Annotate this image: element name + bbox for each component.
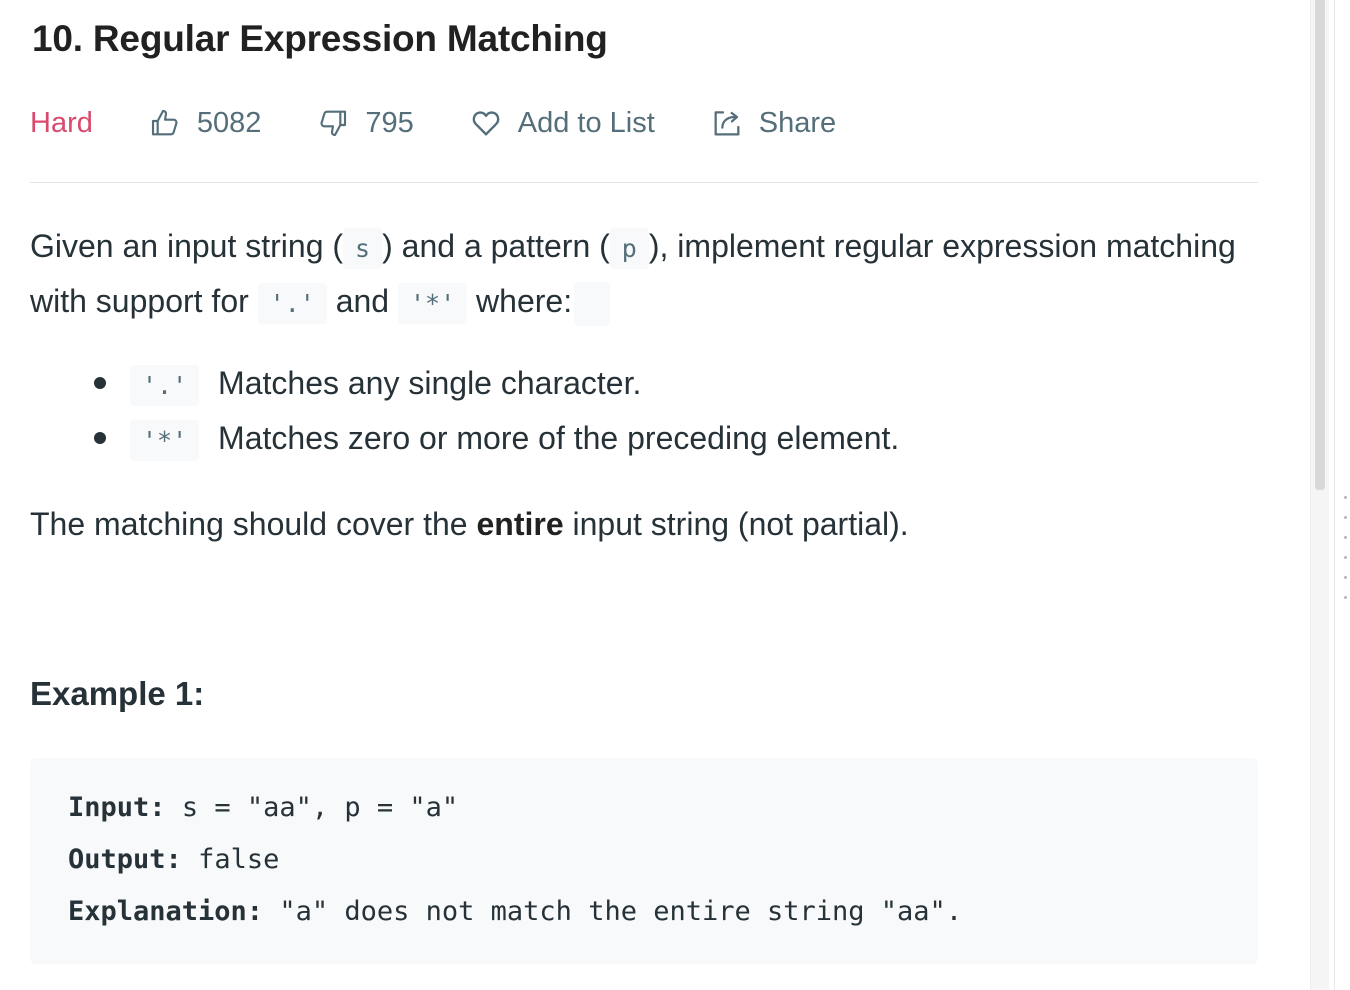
- cover-note: The matching should cover the entire inp…: [30, 506, 909, 542]
- example-1-pre: Input: s = "aa", p = "a" Output: false E…: [68, 782, 962, 938]
- input-label: Input:: [68, 792, 166, 823]
- empty-code-span: [574, 281, 611, 326]
- list-item: '*' Matches zero or more of the precedin…: [30, 412, 899, 467]
- example-1-title: Example 1:: [30, 675, 205, 712]
- rule-text: Matches zero or more of the preceding el…: [218, 420, 900, 456]
- rules-list: '.' Matches any single character. '*' Ma…: [30, 357, 899, 467]
- share-label: Share: [758, 106, 837, 139]
- example-1-code-block: Input: s = "aa", p = "a" Output: false E…: [30, 758, 1258, 964]
- bullet-dot: [94, 377, 106, 389]
- input-value: s = "aa", p = "a": [181, 792, 459, 823]
- code-s: s: [343, 228, 383, 269]
- problem-statement: Given an input string (s) and a pattern …: [30, 220, 1270, 330]
- output-value: false: [198, 844, 280, 875]
- problem-meta-bar: Hard 5082 795 Add to List Share: [30, 100, 836, 146]
- header-divider: [30, 182, 1258, 183]
- code-p: p: [609, 228, 649, 269]
- share-button[interactable]: Share: [711, 107, 836, 140]
- likes-count: 5082: [196, 106, 262, 139]
- code-dot: '.': [257, 283, 327, 324]
- statement-paragraph: Given an input string (s) and a pattern …: [30, 220, 1270, 330]
- add-to-list-button[interactable]: Add to List: [470, 107, 655, 140]
- emphasis-entire: entire: [476, 506, 564, 542]
- difficulty-label: Hard: [30, 106, 93, 139]
- dislike-button[interactable]: 795: [317, 106, 414, 140]
- pane-resize-handle[interactable]: [1344, 496, 1348, 606]
- list-item: '.' Matches any single character.: [30, 357, 899, 412]
- explanation-value: "a" does not match the entire string "aa…: [279, 896, 963, 927]
- add-to-list-label: Add to List: [517, 106, 655, 139]
- scrollbar-thumb[interactable]: [1315, 0, 1325, 490]
- share-icon: [714, 111, 740, 136]
- problem-title: 10. Regular Expression Matching: [32, 18, 608, 59]
- dislikes-count: 795: [365, 106, 414, 139]
- code-star: '*': [397, 283, 468, 324]
- rule-text: Matches any single character.: [218, 365, 642, 401]
- problem-description-panel: 10. Regular Expression Matching Hard 508…: [0, 0, 1300, 990]
- like-button[interactable]: 5082: [149, 106, 262, 140]
- scrollbar[interactable]: [1310, 0, 1329, 990]
- bullet-dot: [94, 432, 106, 444]
- rule-code: '*': [130, 420, 200, 461]
- explanation-label: Explanation:: [68, 896, 264, 927]
- heart-icon: [472, 111, 500, 136]
- output-label: Output:: [68, 844, 182, 875]
- rule-code: '.': [130, 365, 200, 406]
- thumbs-up-icon: [151, 109, 178, 136]
- thumbs-down-icon: [320, 110, 347, 137]
- panel-border: [1334, 0, 1335, 990]
